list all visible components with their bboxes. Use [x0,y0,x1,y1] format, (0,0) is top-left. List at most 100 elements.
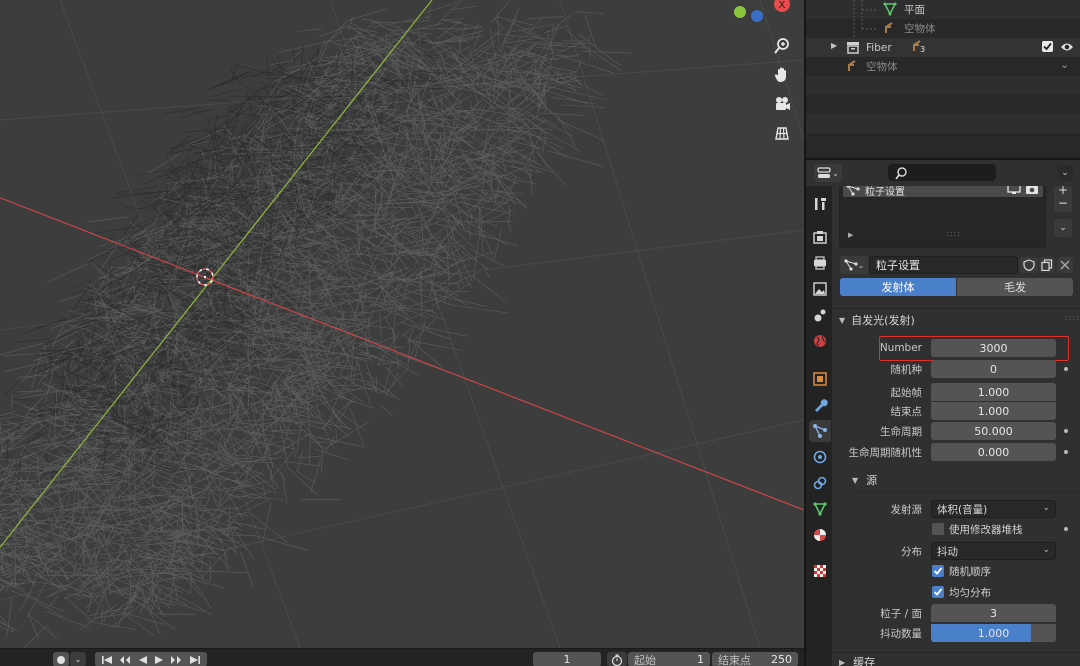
keying-dropdown[interactable]: ⌄ [70,652,86,666]
3d-viewport[interactable]: X [0,0,804,648]
particles-icon [813,424,827,438]
mesh-icon [883,2,897,16]
chevron-down-icon: ⌄ [1042,545,1050,555]
emission-seed-field[interactable]: 0 [931,360,1056,378]
end-frame-field[interactable]: 结束点 250 [712,652,798,666]
tab-constraints[interactable] [809,472,831,494]
emission-end-field[interactable]: 1.000 [931,402,1056,420]
type-tab-hair[interactable]: 毛发 [957,278,1073,296]
panel-drag-handle[interactable]: :::: [1065,313,1080,322]
play-reverse-icon[interactable] [138,655,148,665]
even-distribution-checkbox[interactable] [932,586,944,598]
random-order-label: 随机顺序 [949,565,991,578]
tab-output[interactable] [809,252,831,274]
chevron-down-icon[interactable]: ⌄ [1060,58,1069,71]
exclude-checkbox[interactable] [1042,41,1053,52]
start-frame-field[interactable]: 起始 1 [628,652,710,666]
browse-particle-settings[interactable]: ⌄ [840,256,868,274]
outliner-row[interactable]: 空物体 [806,19,1080,38]
tab-object[interactable] [809,368,831,390]
duplicate-button[interactable] [1039,257,1055,273]
keyframe-dot[interactable] [1064,450,1068,454]
list-item[interactable]: 粒子设置 [843,186,1043,198]
tab-data[interactable] [809,498,831,520]
random-order-checkbox[interactable] [932,565,944,577]
jump-start-icon[interactable] [101,655,113,665]
shield-icon [1023,259,1035,271]
list-expand-icon[interactable]: ▶ [848,231,853,239]
image-icon [813,282,827,296]
expand-arrow-icon[interactable]: ▶ [831,41,837,50]
start-frame-value: 1 [697,653,704,666]
emission-start-field[interactable]: 1.000 [931,383,1056,401]
monitor-icon[interactable] [1007,186,1021,195]
particles-per-face-field[interactable]: 3 [931,604,1056,622]
particle-system-list[interactable]: 粒子设置 ▶ :::: [839,186,1046,248]
tab-render[interactable] [809,226,831,248]
panel-divider [832,308,1080,309]
remove-particle-system-button[interactable]: − [1054,194,1072,212]
panel-expand-icon: ▶ [839,657,846,666]
timeline-bar: ⌄ 1 起始 1 结束点 250 [0,648,804,666]
panel-emission-header[interactable]: ▼ 自发光(发射) [839,310,1069,330]
emission-lifetime-random-field[interactable]: 0.000 [931,443,1056,461]
gizmo-x-label: X [779,0,786,11]
emit-from-dropdown[interactable]: 体积(音量) ⌄ [931,500,1056,518]
options-dropdown-button[interactable]: ⌄ [1057,165,1073,181]
jump-end-icon[interactable] [189,655,201,665]
tab-modifiers[interactable] [809,394,831,416]
outliner-row[interactable]: 平面 [806,0,1080,19]
prev-keyframe-icon[interactable] [119,655,131,665]
grid-icon [775,127,789,140]
list-resize-handle[interactable]: :::: [946,229,961,238]
outliner-row-fiber[interactable]: ▶ Fiber 3 [806,38,1080,57]
even-distribution-label: 均匀分布 [949,586,991,599]
gizmo-y-ball[interactable] [734,6,746,18]
ortho-toggle-button[interactable] [769,120,795,146]
checkmark-icon [1043,42,1052,51]
use-modifier-stack-checkbox[interactable] [932,523,944,535]
particle-settings-name-field[interactable]: 粒子设置 [869,256,1018,274]
camera-render-icon[interactable] [1025,186,1039,195]
fake-user-button[interactable] [1020,257,1038,273]
tab-texture[interactable] [809,560,831,582]
pan-tool-button[interactable] [769,62,795,88]
camera-view-button[interactable] [769,91,795,117]
keyframe-dot[interactable] [1064,429,1068,433]
current-frame-field[interactable]: 1 [533,652,601,666]
play-icon[interactable] [154,655,164,665]
tab-scene[interactable] [809,304,831,326]
jitter-amount-slider[interactable]: 1.000 [931,624,1056,642]
unlink-button[interactable] [1057,257,1073,273]
panel-emission-title: 自发光(发射) [851,314,915,327]
tab-material[interactable] [809,524,831,546]
tab-view-layer[interactable] [809,278,831,300]
panel-source-header[interactable]: ▼ 源 [852,470,1052,490]
panel-cache-header[interactable]: ▶ 缓存 [839,652,1039,666]
outliner-empty-row [806,114,1080,133]
distribution-value: 抖动 [937,545,958,558]
type-tab-emitter[interactable]: 发射体 [840,278,956,296]
record-button[interactable] [53,652,69,666]
emission-lifetime-field[interactable]: 50.000 [931,422,1056,440]
navigation-gizmo[interactable]: X [730,0,804,26]
panel-collapse-icon: ▼ [839,315,846,325]
properties-search-input[interactable] [888,164,996,181]
output-icon [814,256,826,270]
gizmo-z-ball[interactable] [751,10,763,22]
preview-range-button[interactable] [607,652,627,666]
list-specials-button[interactable]: ⌄ [1054,219,1072,237]
tab-physics[interactable] [809,446,831,468]
distribution-dropdown[interactable]: 抖动 ⌄ [931,542,1056,560]
outliner-row[interactable]: 空物体 ⌄ [806,57,1080,76]
keyframe-dot[interactable] [1064,367,1068,371]
keyframe-dot[interactable] [1064,527,1068,531]
zoom-tool-button[interactable] [769,33,795,59]
tab-particles[interactable] [809,420,831,442]
tab-tool[interactable] [809,193,831,215]
tab-world[interactable] [809,330,831,352]
eye-icon[interactable] [1060,41,1074,53]
next-keyframe-icon[interactable] [170,655,182,665]
checkmark-icon [933,567,943,575]
editor-type-button[interactable]: ⌄ [814,164,842,182]
